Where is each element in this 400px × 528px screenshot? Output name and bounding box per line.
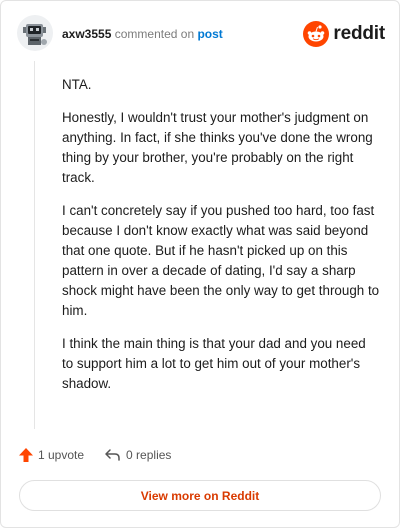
reddit-logo-icon <box>303 21 330 47</box>
comment-header: axw3555 commented on post reddit <box>1 1 399 63</box>
upvote-arrow-icon <box>19 448 33 462</box>
embedded-comment-card: axw3555 commented on post reddit NTA. Ho… <box>0 0 400 528</box>
reply-arrow-icon <box>105 449 120 461</box>
comment-body: NTA. Honestly, I wouldn't trust your mot… <box>62 75 380 407</box>
comment-actions: 1 upvote 0 replies <box>18 445 191 465</box>
comment-paragraph: I can't concretely say if you pushed too… <box>62 203 380 318</box>
post-link[interactable]: post <box>197 27 222 41</box>
robot-avatar-icon <box>17 15 53 51</box>
comment-meta: axw3555 commented on post <box>62 26 223 42</box>
replies-button[interactable]: 0 replies <box>104 447 171 463</box>
reply-count: 0 replies <box>126 448 172 462</box>
upvote-button[interactable]: 1 upvote <box>18 447 84 463</box>
comment-paragraph: Honestly, I wouldn't trust your mother's… <box>62 110 373 185</box>
comment-paragraph: NTA. <box>62 77 92 92</box>
commented-on-text: commented on <box>114 27 195 41</box>
user-avatar[interactable] <box>17 15 53 51</box>
view-more-on-reddit-button[interactable]: View more on Reddit <box>19 480 381 511</box>
reddit-wordmark: reddit <box>333 23 385 44</box>
reddit-brand-link[interactable]: reddit <box>303 20 385 48</box>
upvote-count: 1 upvote <box>38 448 85 462</box>
thread-line <box>34 61 35 429</box>
comment-paragraph: I think the main thing is that your dad … <box>62 336 366 391</box>
username-link[interactable]: axw3555 <box>62 27 111 41</box>
